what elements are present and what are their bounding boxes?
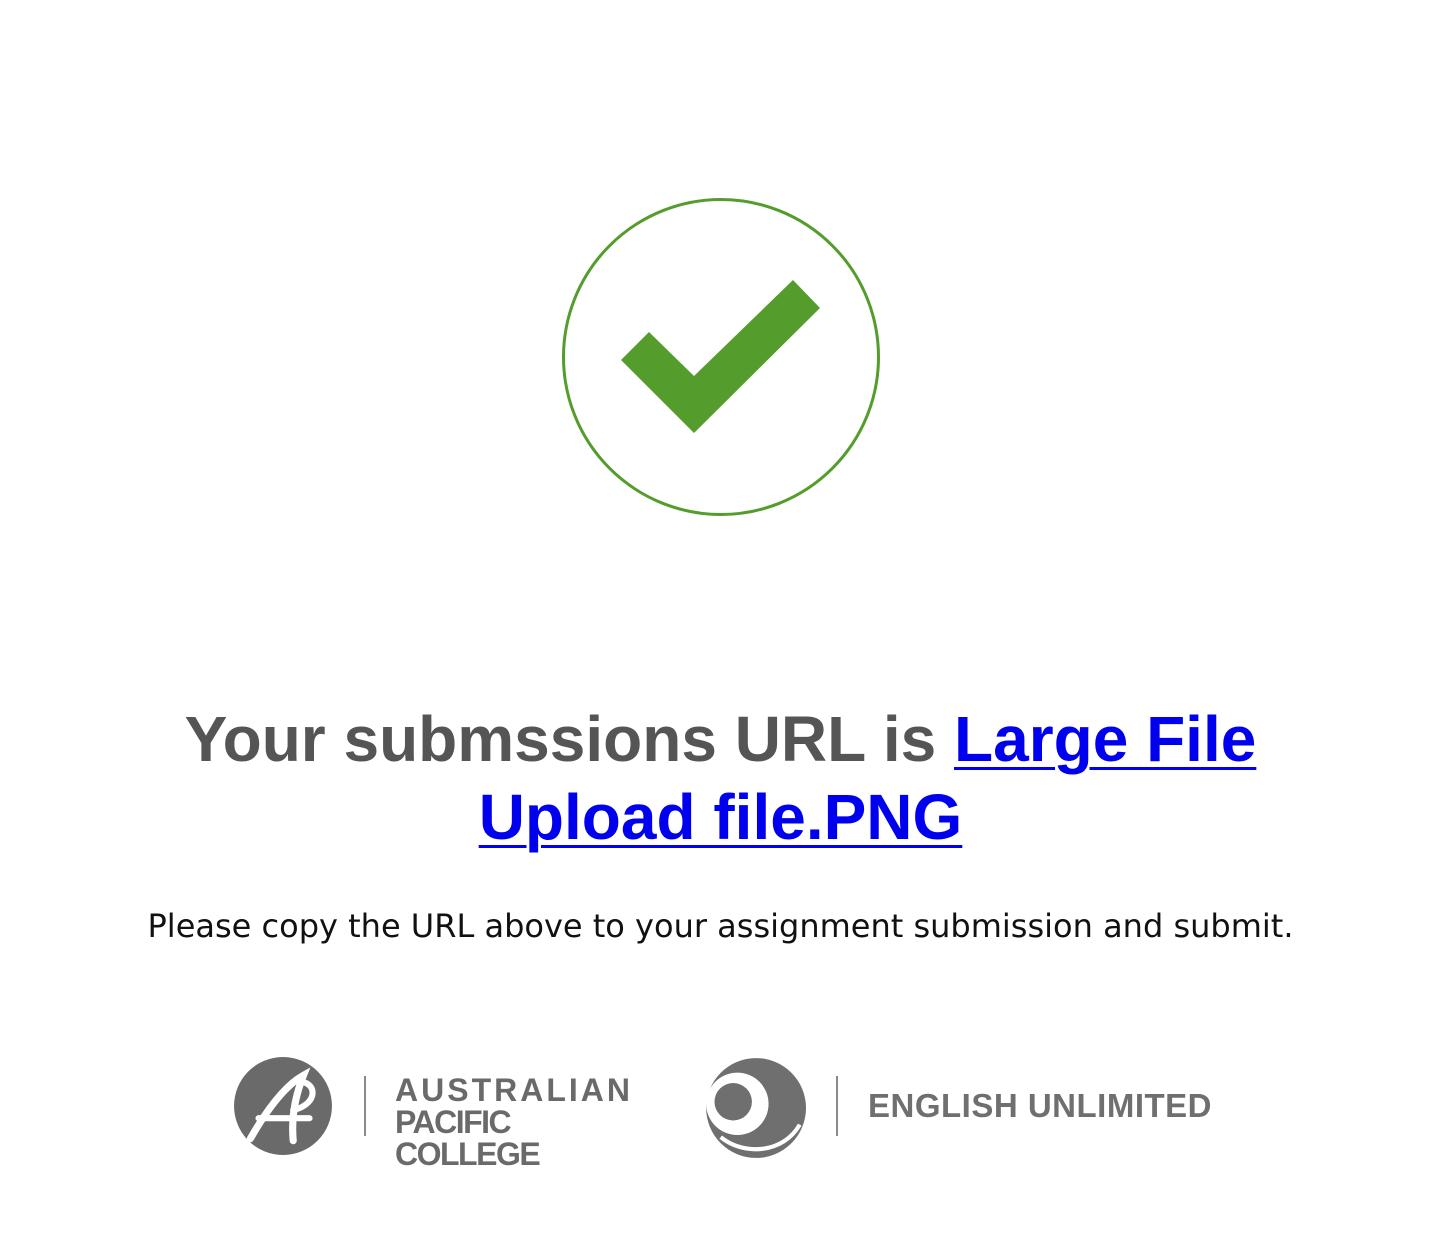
logo-divider: [364, 1076, 366, 1136]
apc-name-line1: AUSTRALIAN: [395, 1072, 633, 1108]
instruction-text: Please copy the URL above to your assign…: [147, 907, 1294, 945]
apc-name-line2: PACIFIC COLLEGE: [395, 1104, 541, 1172]
eu-logo-text: ENGLISH UNLIMITED: [868, 1087, 1212, 1124]
logo-divider: [836, 1076, 838, 1136]
checkmark-circle-icon: [562, 198, 880, 516]
english-unlimited-logo-icon: [706, 1058, 806, 1158]
footer-logos: AUSTRALIAN PACIFIC COLLEGE ENGLISH UNLIM…: [230, 1050, 1220, 1170]
headline-prefix: Your submssions URL is: [184, 703, 955, 775]
apc-logo-text: AUSTRALIAN PACIFIC COLLEGE: [395, 1074, 655, 1170]
submission-url-heading: Your submssions URL is Large File Upload…: [100, 700, 1341, 856]
australian-pacific-college-logo-icon: [234, 1057, 332, 1155]
